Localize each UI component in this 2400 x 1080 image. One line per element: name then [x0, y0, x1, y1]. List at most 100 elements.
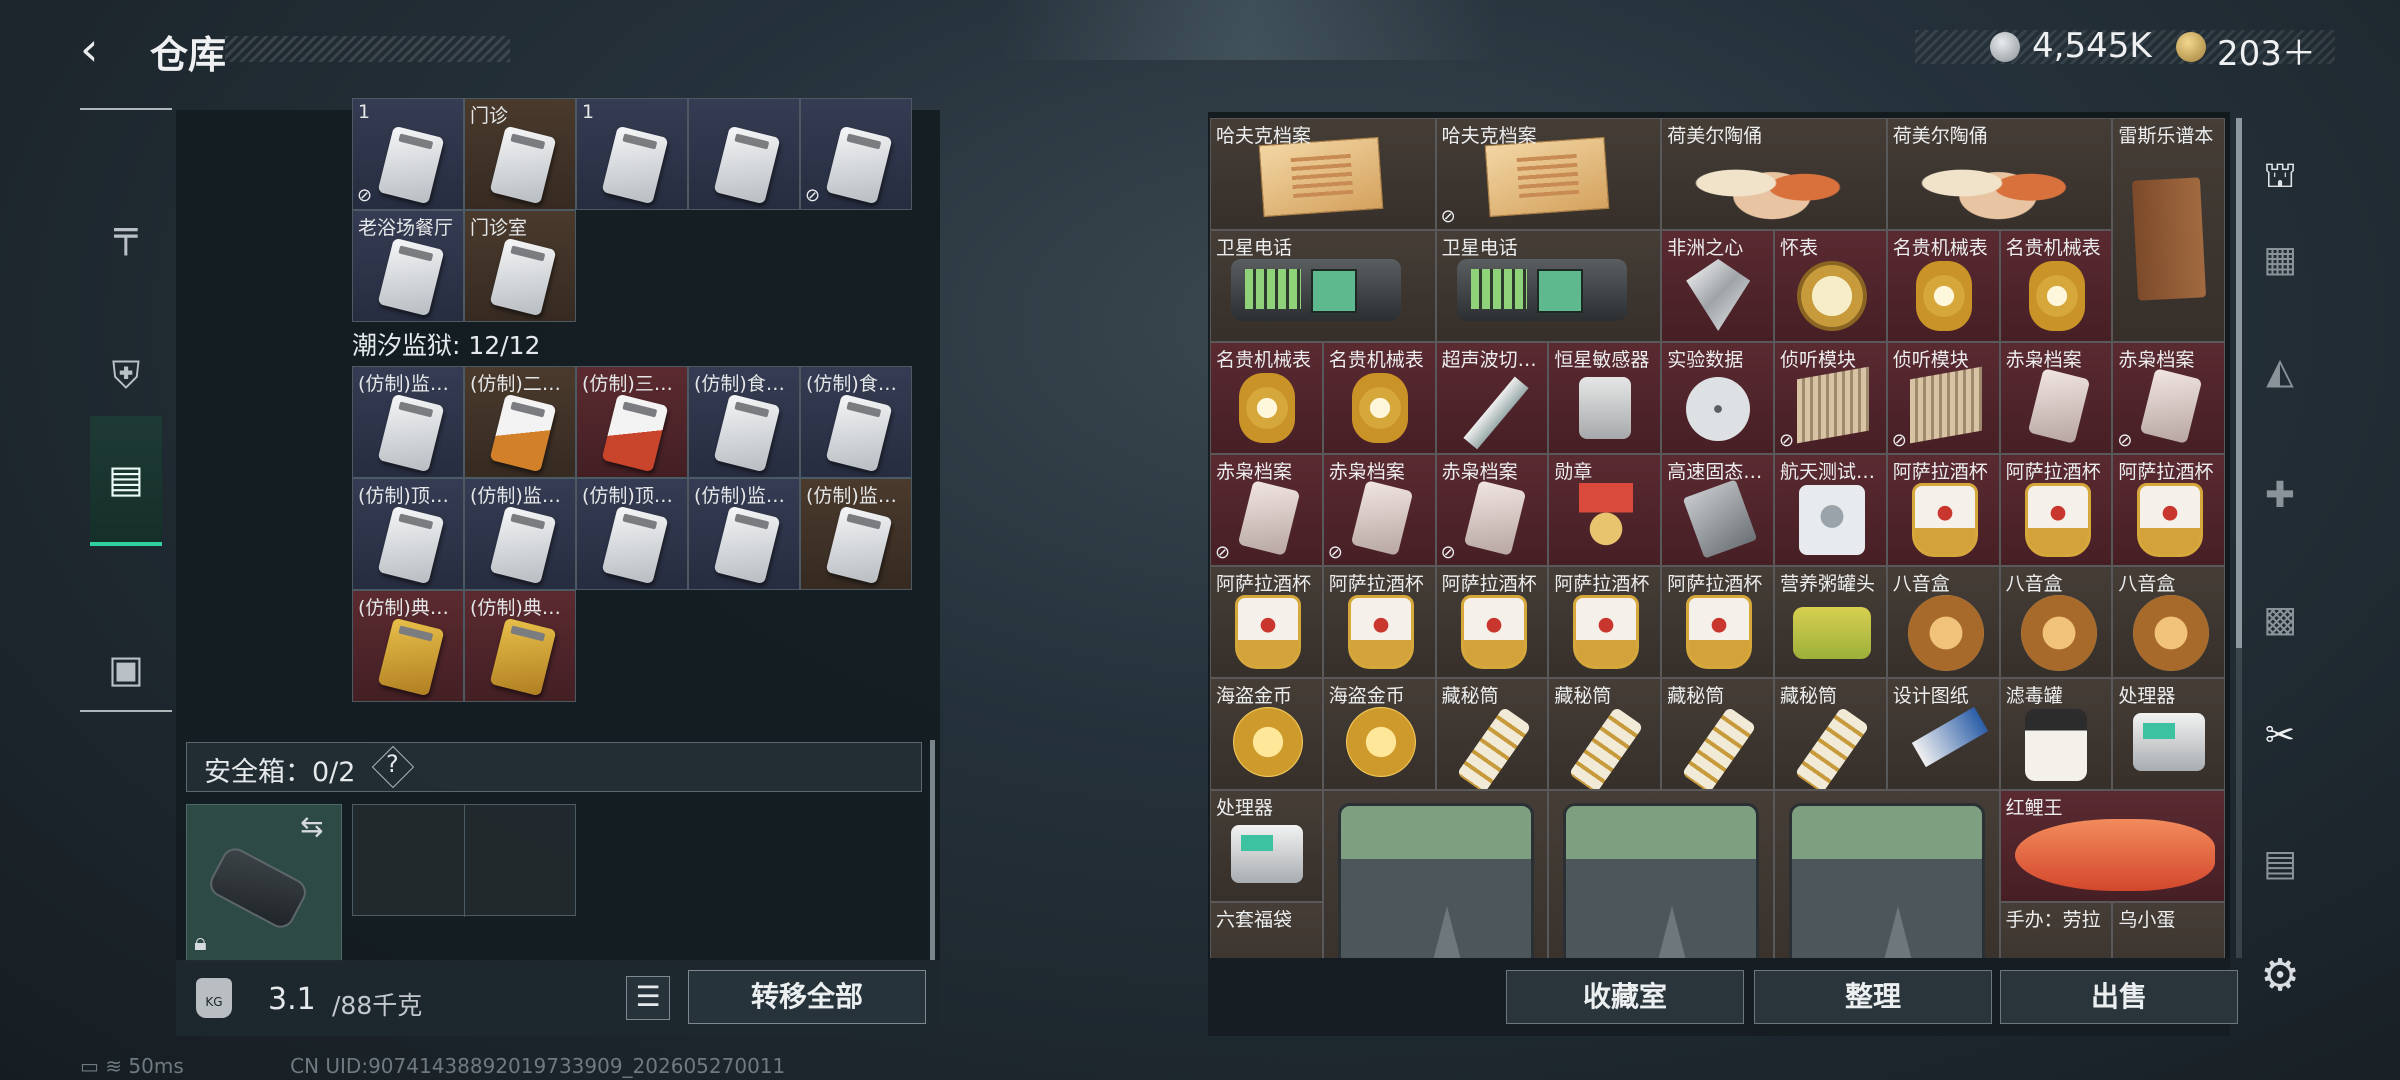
supply-box[interactable] [1774, 790, 2000, 958]
warehouse-item[interactable]: 荷美尔陶俑 [1886, 118, 2113, 230]
ammo-card-icon[interactable]: ▩ [2250, 590, 2310, 650]
warehouse-item[interactable]: 海盗金币 [1210, 678, 1323, 790]
card-card-icon[interactable]: ▤ [2250, 834, 2310, 894]
transfer-all-button[interactable]: 转移全部 [688, 970, 926, 1024]
backpack-item[interactable]: (仿制)监… [800, 478, 912, 590]
warehouse-item[interactable]: 八音盒 [1999, 566, 2113, 678]
sort-button[interactable]: 整理 [1754, 970, 1992, 1024]
warehouse-item[interactable]: 高速固态… [1661, 454, 1774, 566]
warehouse-item[interactable]: 雷斯乐谱本 [2112, 118, 2226, 342]
warehouse-item[interactable]: 侦听模块 ⊘ [1886, 342, 2000, 454]
backpack-item[interactable]: 门诊室 [464, 210, 576, 322]
gear-icon[interactable]: ⚙ [2254, 950, 2306, 1002]
warehouse-item[interactable]: 名贵机械表 [1322, 342, 1436, 454]
armor-card-icon[interactable]: ▦ [2250, 230, 2310, 290]
backpack-item[interactable]: (仿制)监… [688, 478, 800, 590]
backpack-item[interactable]: ⊘ [800, 98, 912, 210]
warehouse-item[interactable]: 手办：劳拉 [1999, 902, 2113, 958]
warehouse-item[interactable]: 怀表 [1774, 230, 1887, 342]
cup-icon [2137, 483, 2204, 557]
warehouse-item[interactable]: 阿萨拉酒杯 [1322, 566, 1436, 678]
left-scrollbar[interactable] [930, 740, 935, 960]
ssd-icon [1682, 479, 1758, 559]
backpack-item[interactable]: 1 ⊘ [352, 98, 464, 210]
warehouse-item[interactable]: 哈夫克档案 ⊘ [1435, 118, 1662, 230]
warehouse-item[interactable]: 超声波切… [1435, 342, 1549, 454]
warehouse-item[interactable]: 八音盒 [2112, 566, 2226, 678]
warehouse-item[interactable]: 赤枭档案 ⊘ [1435, 454, 1549, 566]
warehouse-item[interactable]: 名贵机械表 [1886, 230, 2000, 342]
keycard-icon [377, 237, 445, 317]
warehouse-item[interactable]: 卫星电话 [1435, 230, 1662, 342]
warehouse-item[interactable]: 恒星敏感器 [1548, 342, 1662, 454]
warehouse-item[interactable]: 处理器 [1210, 790, 1323, 902]
gold-currency-amount[interactable]: 203＋ [2217, 26, 2316, 75]
warehouse-item[interactable]: 红鲤王 [1999, 790, 2226, 902]
collection-room-button[interactable]: 收藏室 [1506, 970, 1744, 1024]
backpack-item[interactable]: (仿制)顶… [352, 478, 464, 590]
sell-button[interactable]: 出售 [2000, 970, 2238, 1024]
backpack-item[interactable]: (仿制)典… [464, 590, 576, 702]
warehouse-item[interactable]: 营养粥罐头 [1774, 566, 1887, 678]
backpack-item[interactable]: (仿制)监… [352, 366, 464, 478]
warehouse-item[interactable]: 阿萨拉酒杯 [2112, 454, 2226, 566]
back-button[interactable]: ‹ [80, 26, 124, 72]
help-icon[interactable]: ? [386, 750, 399, 778]
warehouse-item[interactable]: 赤枭档案 ⊘ [2112, 342, 2226, 454]
warehouse-item[interactable]: 阿萨拉酒杯 [1999, 454, 2113, 566]
backpack-item[interactable]: (仿制)二… [464, 366, 576, 478]
list-view-button[interactable]: ☰ [626, 976, 670, 1020]
warehouse-item[interactable]: 滤毒罐 [1999, 678, 2113, 790]
backpack-item[interactable]: 门诊 [464, 98, 576, 210]
warehouse-item[interactable]: 六套福袋 [1210, 902, 1323, 958]
bag-card-icon[interactable]: ◭ [2250, 342, 2310, 402]
warehouse-item[interactable]: 名贵机械表 [1999, 230, 2113, 342]
warehouse-item[interactable]: 藏秘筒 [1548, 678, 1662, 790]
backpack-item[interactable]: (仿制)典… [352, 590, 464, 702]
nav-warehouse[interactable]: ▤ [90, 416, 162, 546]
warehouse-item[interactable]: 哈夫克档案 [1210, 118, 1436, 230]
swap-icon[interactable]: ⇆ [300, 810, 323, 843]
warehouse-item[interactable]: 藏秘筒 [1435, 678, 1549, 790]
warehouse-item[interactable]: 赤枭档案 ⊘ [1322, 454, 1436, 566]
warehouse-item[interactable]: 非洲之心 [1661, 230, 1774, 342]
warehouse-item[interactable]: 航天测试… [1774, 454, 1887, 566]
medkit-card-icon[interactable]: ✚ [2250, 466, 2310, 526]
warehouse-item[interactable]: 八音盒 [1886, 566, 2000, 678]
nav-toolbox[interactable]: ▣ [90, 604, 162, 734]
warehouse-item[interactable]: 藏秘筒 [1661, 678, 1774, 790]
supply-box[interactable] [1322, 790, 1549, 958]
supply-box[interactable] [1548, 790, 1774, 958]
safe-box-empty-slots[interactable] [352, 804, 576, 917]
warehouse-item[interactable]: 乌小蛋 [2112, 902, 2226, 958]
warehouse-item[interactable]: 荷美尔陶俑 [1661, 118, 1887, 230]
warehouse-item[interactable]: 海盗金币 [1322, 678, 1436, 790]
backpack-item[interactable]: 老浴场餐厅 [352, 210, 464, 322]
nav-gun[interactable]: ╤ [90, 168, 162, 298]
backpack-item[interactable]: (仿制)食… [688, 366, 800, 478]
warehouse-item[interactable]: 卫星电话 [1210, 230, 1436, 342]
warehouse-item[interactable]: 勋章 [1548, 454, 1662, 566]
warehouse-item[interactable]: 阿萨拉酒杯 [1886, 454, 2000, 566]
backpack-item[interactable]: (仿制)监… [464, 478, 576, 590]
backpack-item[interactable]: (仿制)食… [800, 366, 912, 478]
warehouse-item[interactable]: 设计图纸 [1886, 678, 2000, 790]
backpack-item[interactable] [688, 98, 800, 210]
warehouse-item[interactable]: 阿萨拉酒杯 [1435, 566, 1549, 678]
warehouse-item[interactable]: 赤枭档案 [1999, 342, 2113, 454]
backpack-item[interactable]: 1 [576, 98, 688, 210]
warehouse-item[interactable]: 名贵机械表 [1210, 342, 1323, 454]
warehouse-item[interactable]: 阿萨拉酒杯 [1210, 566, 1323, 678]
warehouse-item[interactable]: 阿萨拉酒杯 [1661, 566, 1774, 678]
warehouse-item[interactable]: 处理器 [2112, 678, 2226, 790]
unbound-icon: ⊘ [357, 185, 373, 206]
backpack-item[interactable]: (仿制)顶… [576, 478, 688, 590]
warehouse-item[interactable]: 赤枭档案 ⊘ [1210, 454, 1323, 566]
backpack-item[interactable]: (仿制)三… [576, 366, 688, 478]
helmet-icon[interactable]: ⛫ [2250, 146, 2310, 206]
gun-card-icon[interactable]: ✂ [2250, 706, 2310, 766]
warehouse-item[interactable]: 侦听模块 ⊘ [1774, 342, 1887, 454]
warehouse-item[interactable]: 阿萨拉酒杯 [1548, 566, 1662, 678]
warehouse-item[interactable]: 藏秘筒 [1774, 678, 1887, 790]
warehouse-item[interactable]: 实验数据 [1661, 342, 1774, 454]
